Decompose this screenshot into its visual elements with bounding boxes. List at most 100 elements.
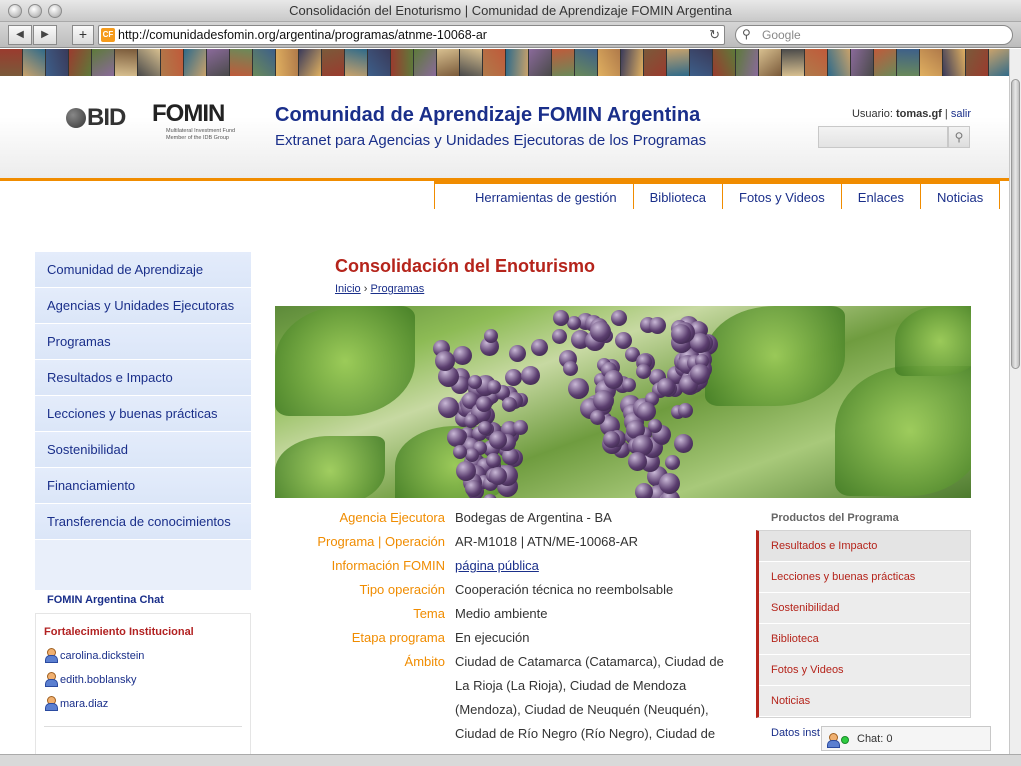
browser-search-input[interactable]: ⚲ Google — [735, 25, 1013, 45]
product-resultados[interactable]: Resultados e Impacto — [759, 531, 970, 562]
window-title: Consolidación del Enoturismo | Comunidad… — [289, 3, 732, 18]
fomin-logo[interactable]: FOMIN — [152, 100, 225, 128]
url-text[interactable]: http://comunidadesfomin.org/argentina/pr… — [118, 28, 487, 42]
grape-decoration — [671, 324, 691, 344]
sidebar-item-lecciones[interactable]: Lecciones y buenas prácticas — [35, 396, 251, 432]
breadcrumb-home[interactable]: Inicio — [335, 283, 361, 295]
site-search-button[interactable]: ⚲ — [948, 126, 970, 148]
status-bar — [0, 754, 1021, 766]
grape-decoration — [590, 410, 605, 425]
info-label: Tipo operación — [359, 582, 445, 597]
vertical-scrollbar[interactable] — [1009, 49, 1021, 754]
page-title: Consolidación del Enoturismo — [335, 256, 596, 276]
grape-decoration — [622, 378, 636, 392]
grape-decoration — [659, 473, 680, 494]
site-search-input[interactable] — [818, 126, 948, 148]
strip-photo-tile — [345, 49, 368, 76]
grape-decoration — [453, 346, 472, 365]
breadcrumb-programas[interactable]: Programas — [370, 283, 424, 295]
strip-photo-tile — [184, 49, 207, 76]
grape-decoration — [636, 364, 651, 379]
fomin-logo-subtitle: Multilateral Investment Fund Member of t… — [166, 128, 236, 141]
product-fotos-videos[interactable]: Fotos y Videos — [759, 655, 970, 686]
strip-photo-tile — [966, 49, 989, 76]
strip-photo-tile — [759, 49, 782, 76]
product-biblioteca[interactable]: Biblioteca — [759, 624, 970, 655]
site-header: BID FOMIN Multilateral Investment Fund M… — [0, 76, 1009, 181]
grape-decoration — [628, 452, 647, 471]
search-placeholder: Google — [762, 28, 801, 42]
grape-decoration — [674, 434, 693, 453]
strip-photo-tile — [253, 49, 276, 76]
strip-photo-tile — [483, 49, 506, 76]
scrollbar-thumb[interactable] — [1011, 79, 1020, 369]
reload-icon[interactable]: ↻ — [709, 27, 720, 43]
topnav-noticias[interactable]: Noticias — [920, 184, 1001, 209]
photo-strip — [0, 49, 1009, 76]
address-bar[interactable]: CF http://comunidadesfomin.org/argentina… — [98, 25, 725, 45]
user-label: Usuario: — [851, 108, 893, 120]
user-name: tomas.gf — [896, 108, 942, 120]
grape-decoration — [513, 420, 528, 435]
grape-decoration — [456, 461, 476, 481]
sidebar-item-comunidad[interactable]: Comunidad de Aprendizaje — [35, 252, 251, 288]
product-sostenibilidad[interactable]: Sostenibilidad — [759, 593, 970, 624]
product-datos-link[interactable]: Datos inst — [771, 727, 820, 739]
chat-user[interactable]: carolina.dickstein — [44, 648, 144, 663]
grape-decoration — [649, 317, 666, 334]
topnav-enlaces[interactable]: Enlaces — [840, 184, 920, 209]
chat-divider — [44, 726, 242, 727]
grape-decoration — [593, 390, 614, 411]
sidebar-item-financiamiento[interactable]: Financiamiento — [35, 468, 251, 504]
bid-logo[interactable]: BID — [66, 104, 126, 132]
strip-photo-tile — [598, 49, 621, 76]
program-hero-image — [275, 306, 971, 498]
product-lecciones[interactable]: Lecciones y buenas prácticas — [759, 562, 970, 593]
strip-photo-tile — [989, 49, 1009, 76]
strip-photo-tile — [805, 49, 828, 76]
logout-link[interactable]: salir — [951, 108, 971, 120]
info-value: Bodegas de Argentina - BA — [455, 510, 612, 525]
add-bookmark-button[interactable]: + — [72, 25, 94, 45]
topnav-fotos-videos[interactable]: Fotos y Videos — [722, 184, 841, 209]
info-label: Etapa programa — [351, 630, 445, 645]
strip-photo-tile — [874, 49, 897, 76]
back-button[interactable]: ◀ — [8, 25, 32, 45]
leaf-decoration — [275, 306, 415, 416]
topnav-herramientas[interactable]: Herramientas de gestión — [434, 184, 633, 209]
grape-decoration — [657, 378, 675, 396]
strip-photo-tile — [207, 49, 230, 76]
strip-photo-tile — [414, 49, 437, 76]
chat-bar[interactable]: Chat: 0 — [821, 726, 991, 751]
info-label: Agencia Ejecutora — [339, 510, 445, 525]
grape-decoration — [489, 431, 507, 449]
leaf-decoration — [835, 366, 971, 496]
breadcrumb-separator: › — [363, 283, 368, 295]
breadcrumb: Inicio › Programas — [335, 283, 424, 295]
strip-photo-tile — [138, 49, 161, 76]
grape-decoration — [487, 380, 501, 394]
sidebar-item-resultados[interactable]: Resultados e Impacto — [35, 360, 251, 396]
sidebar-item-programas[interactable]: Programas — [35, 324, 251, 360]
sidebar-item-sostenibilidad[interactable]: Sostenibilidad — [35, 432, 251, 468]
chat-title: FOMIN Argentina Chat — [47, 594, 164, 606]
info-value: En ejecución — [455, 630, 530, 645]
sidebar-item-transferencia[interactable]: Transferencia de conocimientos — [35, 504, 251, 540]
grape-decoration — [468, 375, 482, 389]
grape-decoration — [486, 453, 501, 468]
plus-icon: + — [78, 26, 88, 42]
sidebar-item-agencias[interactable]: Agencias y Unidades Ejecutoras — [35, 288, 251, 324]
strip-photo-tile — [529, 49, 552, 76]
window-titlebar: Consolidación del Enoturismo | Comunidad… — [0, 0, 1021, 22]
grape-decoration — [478, 421, 492, 435]
strip-photo-tile — [644, 49, 667, 76]
chat-user[interactable]: edith.boblansky — [44, 672, 136, 687]
forward-button[interactable]: ▶ — [33, 25, 57, 45]
public-page-link[interactable]: página pública — [455, 558, 539, 573]
topnav-biblioteca[interactable]: Biblioteca — [632, 184, 722, 209]
strip-photo-tile — [437, 49, 460, 76]
chat-user[interactable]: mara.diaz — [44, 696, 108, 711]
product-noticias[interactable]: Noticias — [759, 686, 970, 717]
grape-decoration — [484, 329, 498, 343]
person-icon — [44, 696, 58, 711]
